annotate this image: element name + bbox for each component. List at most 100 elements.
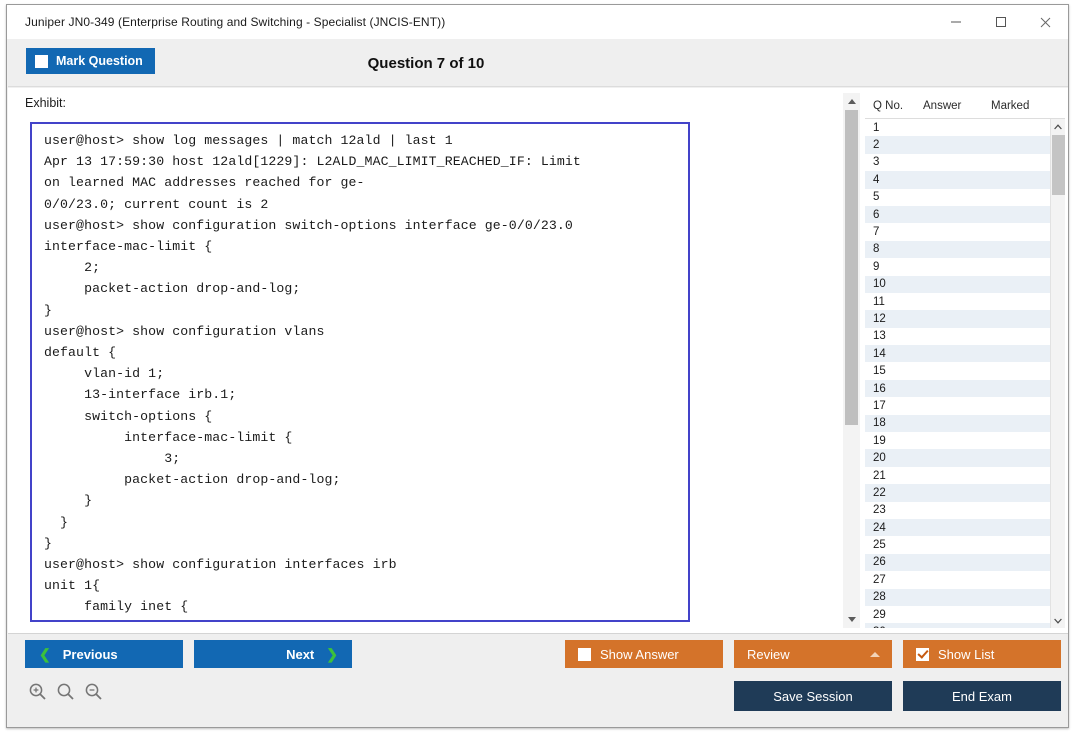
question-list-row[interactable]: 27	[865, 571, 1050, 588]
question-number-cell: 18	[865, 417, 923, 429]
question-list-row[interactable]: 1	[865, 119, 1050, 136]
question-list-row[interactable]: 5	[865, 189, 1050, 206]
question-number-cell: 23	[865, 504, 923, 516]
question-list-row[interactable]: 11	[865, 293, 1050, 310]
question-list-row[interactable]: 12	[865, 310, 1050, 327]
question-list-scrollbar[interactable]	[1050, 119, 1065, 628]
question-number-cell: 5	[865, 191, 923, 203]
question-list-row[interactable]: 21	[865, 467, 1050, 484]
question-number-cell: 13	[865, 330, 923, 342]
review-dropdown[interactable]: Review	[734, 640, 892, 668]
question-list-row[interactable]: 28	[865, 589, 1050, 606]
list-scroll-up-button[interactable]	[1051, 119, 1065, 134]
question-list-row[interactable]: 17	[865, 397, 1050, 414]
question-number-cell: 10	[865, 278, 923, 290]
question-list-row[interactable]: 14	[865, 345, 1050, 362]
chevron-up-icon	[1054, 124, 1062, 130]
zoom-toolbar	[28, 682, 103, 706]
zoom-out-button[interactable]	[84, 682, 103, 706]
question-number-cell: 27	[865, 574, 923, 586]
caret-up-icon	[870, 652, 880, 657]
show-answer-label: Show Answer	[600, 647, 679, 662]
question-header-bar: Mark Question Question 7 of 10	[8, 39, 1068, 87]
question-number-cell: 7	[865, 226, 923, 238]
question-number-cell: 6	[865, 209, 923, 221]
question-list-row[interactable]: 30	[865, 623, 1050, 628]
question-number-cell: 21	[865, 470, 923, 482]
show-answer-button[interactable]: Show Answer	[565, 640, 723, 668]
show-list-label: Show List	[938, 647, 994, 662]
save-session-label: Save Session	[773, 689, 853, 704]
question-list-row[interactable]: 24	[865, 519, 1050, 536]
question-list-header: Q No. Answer Marked	[865, 93, 1065, 119]
question-number-cell: 26	[865, 556, 923, 568]
column-header-marked: Marked	[991, 100, 1051, 112]
question-list-row[interactable]: 3	[865, 154, 1050, 171]
question-list-row[interactable]: 13	[865, 328, 1050, 345]
question-list-row[interactable]: 15	[865, 362, 1050, 379]
mark-question-checkbox[interactable]	[35, 55, 48, 68]
question-list-row[interactable]: 23	[865, 502, 1050, 519]
list-scroll-down-button[interactable]	[1051, 613, 1065, 628]
minimize-icon	[950, 16, 962, 28]
chevron-left-icon: ❮	[39, 647, 51, 661]
content-scrollbar-thumb[interactable]	[845, 110, 858, 425]
question-list-row[interactable]: 26	[865, 554, 1050, 571]
review-dropdown-label: Review	[747, 647, 790, 662]
exhibit-panel: user@host> show log messages | match 12a…	[30, 122, 690, 622]
question-list-row[interactable]: 18	[865, 415, 1050, 432]
question-body: Exhibit: user@host> show log messages | …	[8, 88, 1068, 633]
question-list-row[interactable]: 16	[865, 380, 1050, 397]
question-list-rows[interactable]: 1234567891011121314151617181920212223242…	[865, 119, 1050, 628]
close-icon	[1039, 16, 1052, 29]
question-list-row[interactable]: 22	[865, 484, 1050, 501]
question-list-row[interactable]: 8	[865, 241, 1050, 258]
question-number-cell: 11	[865, 296, 923, 308]
question-number-cell: 29	[865, 609, 923, 621]
show-list-checkbox[interactable]	[916, 648, 929, 661]
question-number-cell: 17	[865, 400, 923, 412]
end-exam-label: End Exam	[952, 689, 1012, 704]
question-list-row[interactable]: 9	[865, 258, 1050, 275]
question-list-row[interactable]: 20	[865, 449, 1050, 466]
question-list-row[interactable]: 10	[865, 276, 1050, 293]
window-controls	[933, 5, 1068, 39]
next-button-label: Next	[286, 647, 314, 662]
question-list-row[interactable]: 19	[865, 432, 1050, 449]
mark-question-button[interactable]: Mark Question	[26, 48, 155, 74]
next-button[interactable]: Next ❯	[194, 640, 352, 668]
exam-window: Juniper JN0-349 (Enterprise Routing and …	[6, 4, 1069, 728]
question-number-cell: 19	[865, 435, 923, 447]
question-list-row[interactable]: 6	[865, 206, 1050, 223]
show-list-button[interactable]: Show List	[903, 640, 1061, 668]
question-list-row[interactable]: 2	[865, 136, 1050, 153]
save-session-button[interactable]: Save Session	[734, 681, 892, 711]
chevron-up-icon	[848, 99, 856, 105]
content-scrollbar[interactable]	[843, 93, 860, 628]
scroll-up-button[interactable]	[843, 93, 860, 110]
maximize-icon	[995, 16, 1007, 28]
zoom-reset-button[interactable]	[56, 682, 75, 706]
previous-button[interactable]: ❮ Previous	[25, 640, 183, 668]
previous-button-label: Previous	[63, 647, 118, 662]
question-number-cell: 14	[865, 348, 923, 360]
scroll-down-button[interactable]	[843, 611, 860, 628]
question-number-cell: 30	[865, 626, 923, 628]
question-list-row[interactable]: 7	[865, 223, 1050, 240]
zoom-in-button[interactable]	[28, 682, 47, 706]
question-list-row[interactable]: 25	[865, 536, 1050, 553]
question-number-cell: 8	[865, 243, 923, 255]
question-number-cell: 2	[865, 139, 923, 151]
question-list-scrollbar-thumb[interactable]	[1052, 135, 1065, 195]
question-number-cell: 15	[865, 365, 923, 377]
end-exam-button[interactable]: End Exam	[903, 681, 1061, 711]
zoom-out-icon	[84, 682, 103, 701]
question-list-row[interactable]: 29	[865, 606, 1050, 623]
question-number-cell: 3	[865, 156, 923, 168]
minimize-button[interactable]	[933, 5, 978, 39]
exhibit-code: user@host> show log messages | match 12a…	[44, 130, 581, 622]
show-answer-checkbox[interactable]	[578, 648, 591, 661]
close-button[interactable]	[1023, 5, 1068, 39]
maximize-button[interactable]	[978, 5, 1023, 39]
question-list-row[interactable]: 4	[865, 171, 1050, 188]
